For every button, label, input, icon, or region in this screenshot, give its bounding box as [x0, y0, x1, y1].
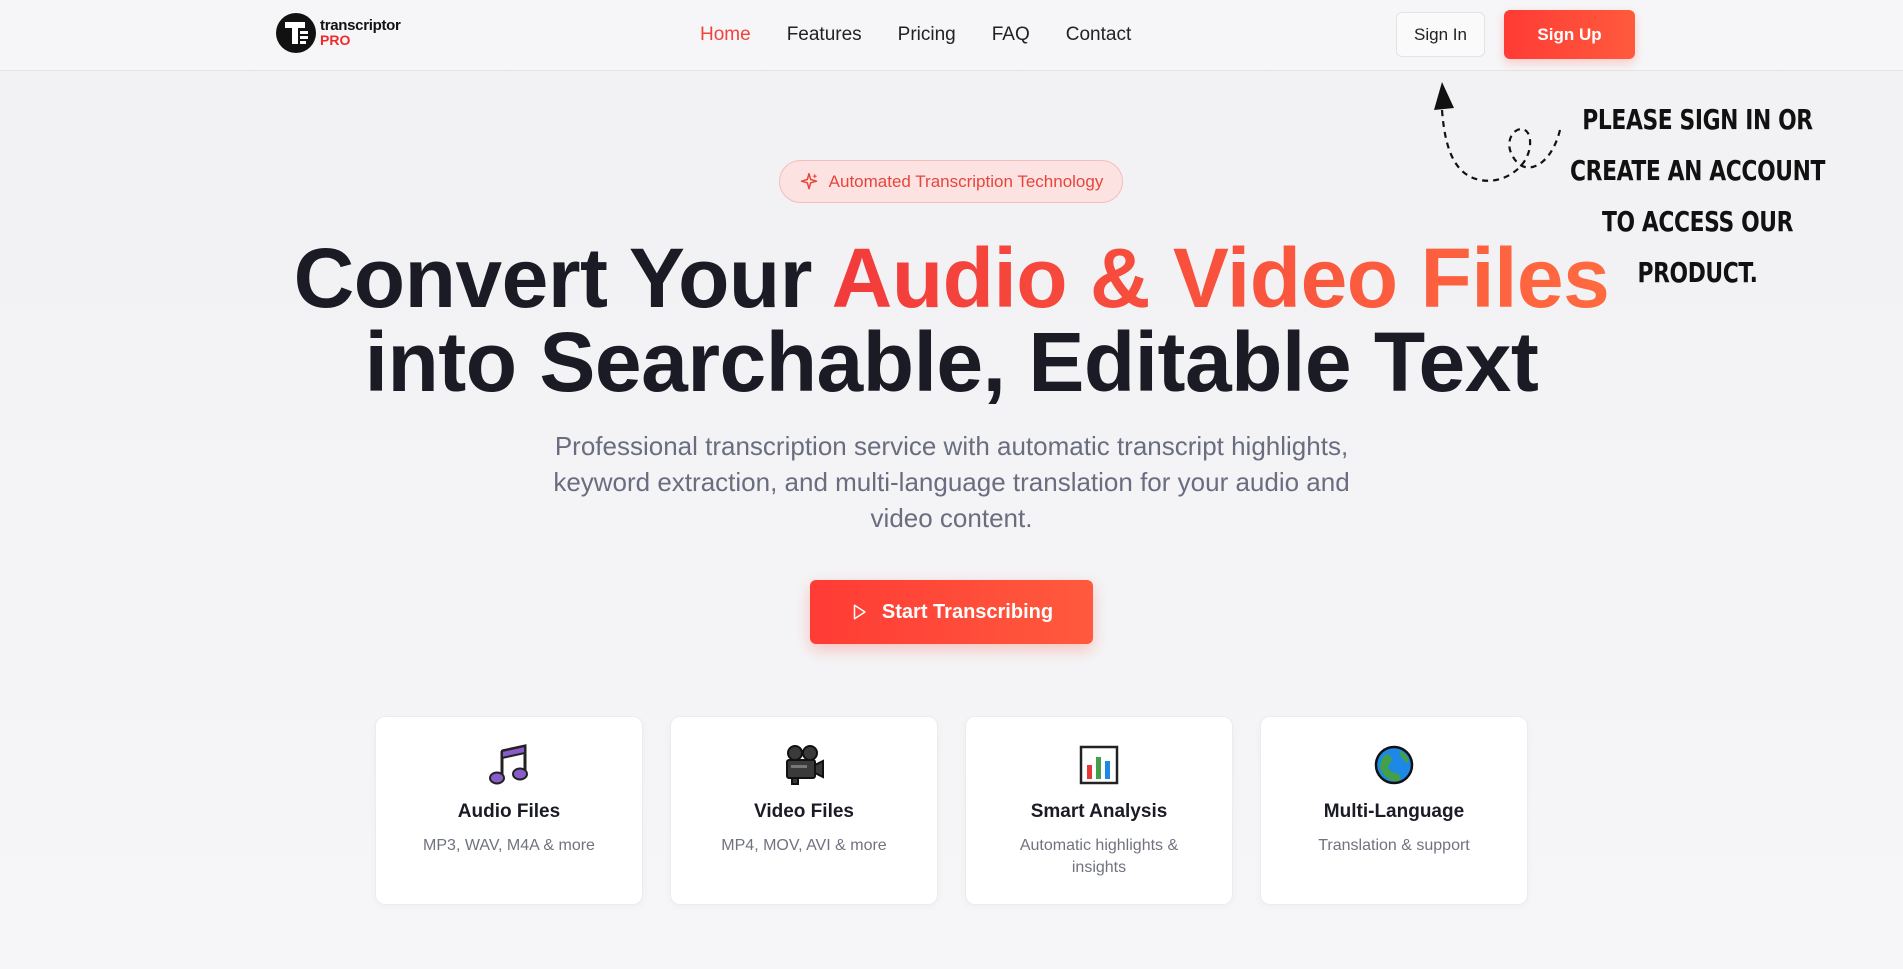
music-note-icon [489, 744, 528, 785]
logo-mark-icon [276, 13, 316, 53]
site-header: transcriptor PRO Home Features Pricing F… [0, 0, 1903, 71]
feature-title: Audio Files [457, 801, 561, 822]
feature-card-audio: Audio Files MP3, WAV, M4A & more [375, 716, 643, 905]
hero-badge-text: Automated Transcription Technology [828, 171, 1104, 191]
logo[interactable]: transcriptor PRO [276, 12, 406, 54]
sign-in-button[interactable]: Sign In [1396, 12, 1485, 57]
feature-title: Video Files [754, 801, 854, 822]
feature-title: Multi-Language [1323, 801, 1465, 822]
nav-features[interactable]: Features [787, 24, 862, 46]
dashed-arrow-icon [1434, 82, 1562, 182]
feature-desc: Automatic highlights & insights [1019, 837, 1179, 876]
nav-home[interactable]: Home [700, 24, 751, 46]
logo-name: transcriptor [320, 17, 401, 34]
play-icon [853, 604, 866, 620]
feature-title: Smart Analysis [1030, 801, 1168, 822]
nav-faq[interactable]: FAQ [992, 24, 1030, 46]
sparkle-icon [800, 172, 817, 189]
headline-accent: Audio & Video Files [831, 231, 1610, 325]
nav-pricing[interactable]: Pricing [898, 24, 956, 46]
hero-headline: Convert Your Audio & Video Files into Se… [0, 236, 1903, 404]
feature-card-analysis: Smart Analysis Automatic highlights & in… [965, 716, 1233, 905]
nav-contact[interactable]: Contact [1066, 24, 1131, 46]
hero-subtitle: Professional transcription service with … [553, 431, 1350, 533]
logo-sub: PRO [320, 32, 351, 48]
logo-text: transcriptor PRO [320, 17, 401, 48]
feature-desc: MP4, MOV, AVI & more [721, 837, 887, 854]
start-transcribing-button[interactable]: Start Transcribing [810, 580, 1093, 644]
bar-chart-icon [1079, 745, 1119, 785]
sign-up-button[interactable]: Sign Up [1504, 10, 1635, 59]
hero-badge: Automated Transcription Technology [779, 160, 1123, 203]
feature-card-video: Video Files MP4, MOV, AVI & more [670, 716, 938, 905]
cta-label: Start Transcribing [881, 600, 1054, 623]
feature-card-language: Multi-Language Translation & support [1260, 716, 1528, 905]
headline-part2: into Searchable, Editable Text [364, 315, 1539, 409]
headline-part1: Convert Your [293, 231, 832, 325]
feature-desc: Translation & support [1318, 837, 1470, 854]
feature-desc: MP3, WAV, M4A & more [423, 837, 595, 854]
globe-icon [1374, 745, 1414, 785]
main-nav: Home Features Pricing FAQ Contact [700, 20, 1131, 50]
movie-camera-icon [786, 745, 824, 785]
